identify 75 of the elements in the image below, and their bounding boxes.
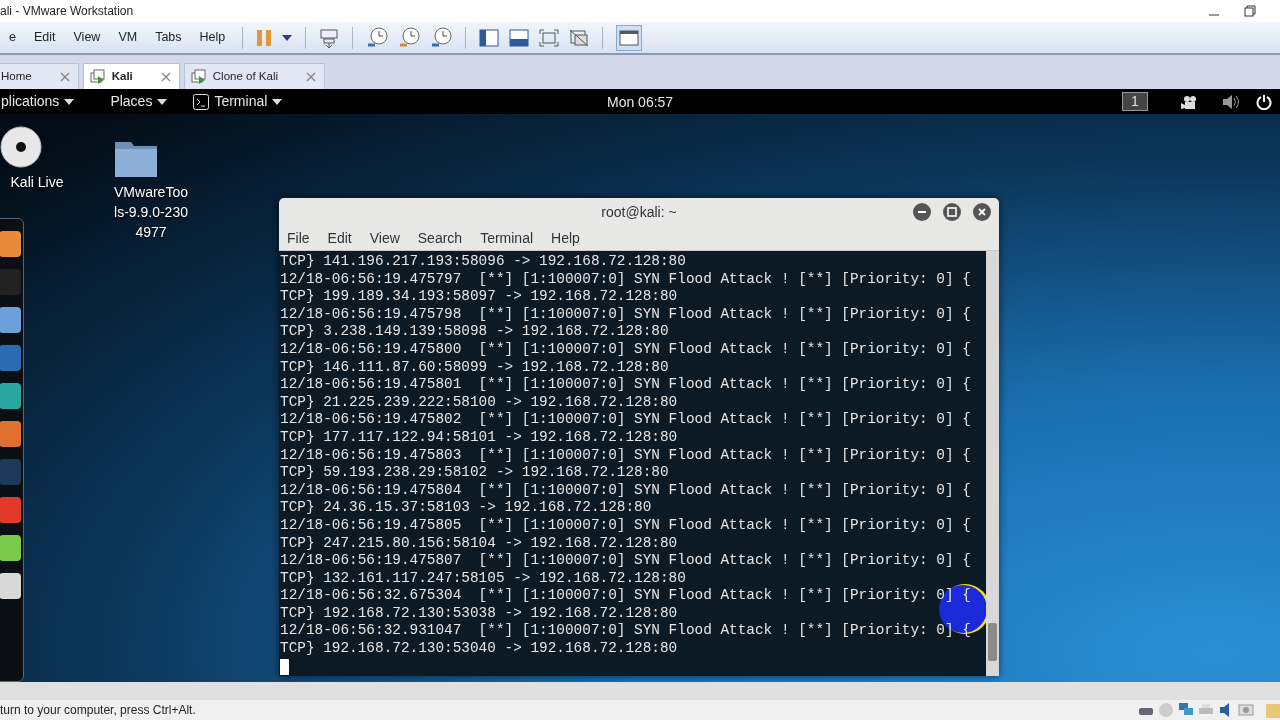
close-icon[interactable] [160,71,171,82]
terminal-line: 12/18-06:56:19.475798 [**] [1:100007:0] SYN Flood Attack ! [**] [Priority: 0] { [280,305,972,324]
menu-item[interactable]: Terminal [480,228,541,249]
terminal-line: TCP} 141.196.217.193:58096 -> 192.168.72.128:80 [280,253,687,271]
terminal-line: 12/18-06:56:19.475805 [**] [1:100007:0] SYN Flood Attack ! [**] [Priority: 0] { [280,516,972,535]
computer-icon[interactable] [319,27,340,48]
terminal-line: 12/18-06:56:19.475800 [**] [1:100007:0] SYN Flood Attack ! [**] [Priority: 0] { [280,340,972,359]
menu-item[interactable]: View [64,28,110,47]
terminal-line: TCP} 3.238.149.139:58098 -> 192.168.72.128:80 [280,323,670,341]
terminal-line: TCP} 24.36.15.37:58103 -> 192.168.72.128:80 [280,499,653,517]
vm-icon [190,68,207,85]
terminal-line: 12/18-06:56:19.475802 [**] [1:100007:0] SYN Flood Attack ! [**] [Priority: 0] { [280,411,972,429]
terminal-line: TCP} 199.189.34.193:58097 -> 192.168.72.128:80 [280,288,679,306]
caret-icon[interactable] [282,34,293,41]
sidebar-icon[interactable] [479,28,500,47]
terminal-line: 12/18-06:56:19.475797 [**] [1:100007:0] SYN Flood Attack ! [**] [Priority: 0] { [280,270,972,289]
window-title: root@kali: ~ [601,203,677,222]
caret-icon [157,98,168,105]
tab[interactable]: Clone of Kali [183,63,325,89]
menu-item[interactable]: Help [551,228,587,249]
console-view-icon[interactable] [509,28,530,47]
disc-icon[interactable] [0,126,42,168]
tab[interactable]: Kali [82,63,180,89]
tab[interactable]: Home [0,63,79,89]
text-cursor [280,658,289,675]
menu-item[interactable]: Help [190,28,235,47]
menu-item[interactable]: Tabs [146,28,191,47]
status-text: turn to your computer, press Ctrl+Alt. [0,702,196,719]
menu-item[interactable]: e [0,28,25,47]
fullscreen-icon[interactable] [539,28,560,47]
panel-menu[interactable]: Places [110,91,168,112]
terminal-line: 12/18-06:56:19.475804 [**] [1:100007:0] SYN Flood Attack ! [**] [Priority: 0] { [280,481,972,500]
clock: Mon 06:57 [607,93,674,112]
menu-item[interactable]: Search [417,228,470,249]
video-camera-icon[interactable] [1180,94,1198,109]
caret-icon [64,98,75,105]
menu-item[interactable]: File [287,228,317,249]
panel-menu[interactable]: plications [1,91,75,112]
terminal-line: TCP} 192.168.72.130:53040 -> 192.168.72.128:80 [280,640,679,658]
terminal-line: 12/18-06:56:19.475801 [**] [1:100007:0] SYN Flood Attack ! [**] [Priority: 0] { [280,376,972,394]
terminal-icon [193,93,210,110]
terminal-line: 12/18-06:56:19.475803 [**] [1:100007:0] SYN Flood Attack ! [**] [Priority: 0] { [280,446,972,465]
terminal-line: TCP} 21.225.239.222:58100 -> 192.168.72.128:80 [280,393,679,412]
vm-icon [89,68,106,85]
camera-icon[interactable] [1238,702,1254,718]
power-icon[interactable] [1256,93,1272,110]
speaker-icon[interactable] [1222,93,1240,110]
icon-label[interactable]: Kali Live [0,172,74,192]
terminal-line: TCP} 192.168.72.130:53038 -> 192.168.72.128:80 [280,604,679,623]
clock-icon[interactable] [430,26,453,49]
terminal-line: TCP} 59.193.238.29:58102 -> 192.168.72.128:80 [280,464,670,482]
network-icon[interactable] [1178,702,1194,718]
close-icon[interactable] [973,203,991,221]
workspace-indicator[interactable]: 1 [1122,92,1148,111]
pause-icon[interactable] [256,28,273,47]
menu-item[interactable]: Edit [24,28,65,47]
window-icon[interactable] [616,24,643,51]
minimize-icon[interactable] [913,203,931,221]
window-title: ali - VMware Workstation [0,3,134,20]
clock-icon[interactable] [366,26,389,49]
menu-item[interactable]: View [369,228,407,249]
menu-item[interactable]: VM [109,28,147,47]
restore-icon[interactable] [1244,5,1256,17]
clock-icon[interactable] [398,26,421,49]
terminal-line: TCP} 247.215.80.156:58104 -> 192.168.72.128:80 [280,534,679,553]
panel-menu[interactable]: Terminal [193,91,283,112]
terminal-line: TCP} 177.117.122.94:58101 -> 192.168.72.128:80 [280,428,679,447]
unity-icon[interactable] [569,28,590,47]
maximize-icon[interactable] [943,203,961,221]
menu-item[interactable]: Edit [327,228,359,249]
caret-icon [272,98,283,105]
terminal-line: TCP} 146.111.87.60:58099 -> 192.168.72.128:80 [280,358,670,377]
terminal-line: 12/18-06:56:19.475807 [**] [1:100007:0] SYN Flood Attack ! [**] [Priority: 0] { [280,552,972,570]
icon-label[interactable]: VMwareTools-9.9.0-2304977 [114,182,188,242]
terminal-line: TCP} 132.161.117.247:58105 -> 192.168.72.128:80 [280,569,687,588]
